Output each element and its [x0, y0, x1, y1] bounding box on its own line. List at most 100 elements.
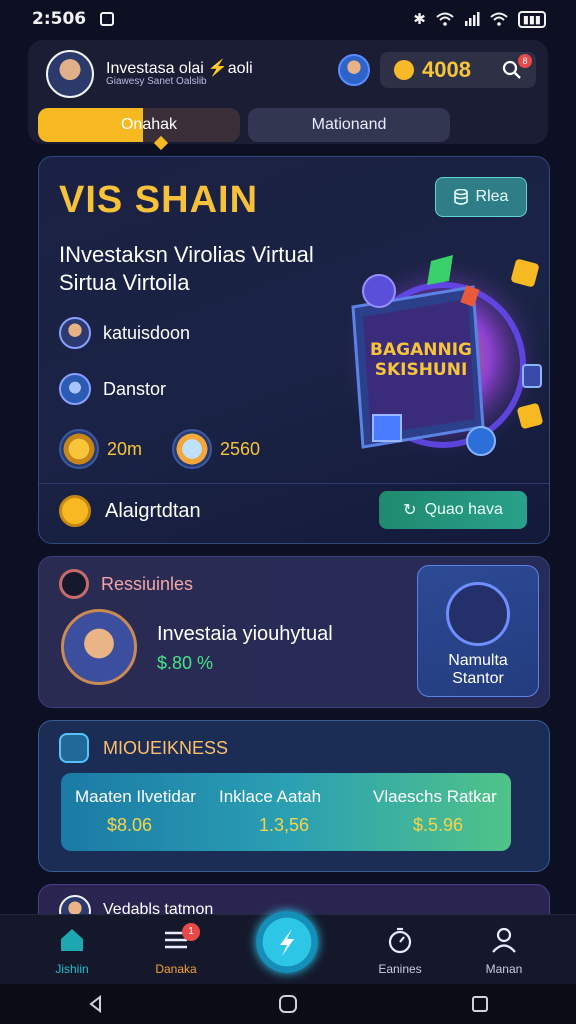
- nav-list-label: Danaka: [155, 962, 197, 976]
- user-avatar: [59, 317, 91, 349]
- coin-balance[interactable]: 4008 8: [380, 52, 536, 88]
- stat-cash: 2560: [172, 429, 260, 469]
- hero-footer-label: Alaigrtdtan: [105, 499, 201, 522]
- refresh-icon: ↻: [403, 502, 417, 519]
- metric-2-label: Inklace Aatah: [219, 787, 322, 806]
- hero-description-line1: INvestaksn Virolias Virtual: [59, 242, 314, 267]
- profile-name: Investasa olai ⚡aoli: [106, 58, 253, 78]
- home-button[interactable]: [268, 989, 308, 1019]
- user-icon: [492, 927, 516, 953]
- coin-stack-icon: [59, 429, 99, 469]
- notification-badge: 8: [518, 54, 532, 68]
- metric-3-value: $.5.96: [413, 815, 464, 835]
- microphone-icon: [59, 373, 91, 405]
- hero-row-1-label: katuisdoon: [103, 322, 191, 343]
- metrics-bar: Maaten Ilvetidar Inklace Aatah Vlaeschs …: [61, 773, 511, 851]
- hero-art-text-2: SKISHUNI: [375, 360, 468, 380]
- hero-illustration: BAGANNIG SKISHUNI: [338, 252, 543, 462]
- signal-icon: [464, 12, 480, 26]
- profile-subtitle: Giawesy Sanet Oalslib: [106, 76, 207, 87]
- investor-avatar: [61, 609, 137, 685]
- results-side-button[interactable]: Namulta Stantor: [417, 565, 539, 697]
- results-heading: Ressiuinles: [101, 573, 194, 594]
- profile-tag: aoli: [227, 60, 253, 77]
- shield-badge-icon: [59, 495, 91, 527]
- lightning-icon: [280, 929, 294, 956]
- hero-row-2-label: Danstor: [103, 378, 167, 399]
- hero-filter-button[interactable]: Rlea: [435, 177, 527, 217]
- home-icon: [61, 929, 83, 951]
- bolt-icon: ⚡: [207, 60, 228, 77]
- stat-coins-value: 20m: [107, 438, 143, 459]
- wifi-icon-2: [490, 12, 508, 26]
- hero-row-2[interactable]: Danstor: [59, 373, 166, 405]
- results-value: $.80 %: [157, 653, 214, 673]
- nav-list[interactable]: 1 Danaka: [136, 923, 216, 976]
- hero-stats: 20m 2560: [59, 429, 260, 469]
- hero-card: VIS SHAIN Rlea INvestaksn Virolias Virtu…: [38, 156, 550, 544]
- battery-icon: ▮▮▮: [517, 10, 546, 28]
- metric-1-value: $8.06: [107, 815, 153, 835]
- tab-mationand[interactable]: Mationand: [248, 108, 450, 142]
- database-icon: [453, 189, 468, 205]
- tab-mationand-label: Mationand: [311, 116, 387, 133]
- hero-cta-button[interactable]: ↻ Quao hava: [379, 491, 527, 529]
- tab-indicator: [153, 135, 169, 151]
- chat-icon: [59, 733, 89, 763]
- nav-home-label: Jishiin: [55, 962, 89, 976]
- status-bar: 2:506 ✱ ▮▮▮: [0, 0, 576, 38]
- bluetooth-icon: ✱: [413, 10, 426, 28]
- nav-list-badge: 1: [182, 923, 200, 941]
- home-circle-icon: [279, 995, 297, 1013]
- nav-timer[interactable]: Eanines: [360, 925, 440, 976]
- hero-row-1[interactable]: katuisdoon: [59, 317, 190, 349]
- tab-onahak-label: Onahak: [120, 116, 178, 133]
- metrics-heading: MIOUEIKNESS: [103, 737, 229, 758]
- screenshot-icon: [100, 12, 115, 26]
- metrics-card[interactable]: MIOUEIKNESS Maaten Ilvetidar Inklace Aat…: [38, 720, 550, 872]
- metric-3-label: Vlaeschs Ratkar: [373, 787, 497, 806]
- results-title: Investaia yiouhytual: [157, 623, 333, 645]
- results-card[interactable]: Ressiuinles Investaia yiouhytual $.80 % …: [38, 556, 550, 708]
- wifi-icon: [436, 12, 454, 26]
- back-button[interactable]: [76, 989, 116, 1019]
- recents-icon: [472, 996, 488, 1012]
- nav-profile-label: Manan: [485, 962, 523, 976]
- profile-name-text: Investasa olai: [106, 60, 204, 77]
- tab-bar: Onahak Mationand: [38, 108, 450, 151]
- gear-shield-icon: [446, 582, 510, 646]
- results-icon: [59, 569, 89, 599]
- nav-timer-label: Eanines: [378, 962, 422, 976]
- results-side-label-2: Stantor: [452, 670, 504, 687]
- status-time: 2:506: [32, 9, 87, 29]
- metric-2-value: 1.3,56: [259, 815, 310, 835]
- hero-footer: Alaigrtdtan: [59, 495, 201, 527]
- results-side-label-1: Namulta: [448, 652, 508, 669]
- hero-description: INvestaksn Virolias Virtual Sirtua Virto…: [59, 241, 359, 297]
- profile-avatar[interactable]: [46, 50, 94, 98]
- hero-cta-label: Quao hava: [424, 501, 503, 518]
- bottom-nav: Jishiin 1 Danaka Eanines Manan: [0, 911, 576, 985]
- coin-value: 4008: [422, 57, 471, 82]
- nav-home[interactable]: Jishiin: [32, 925, 112, 976]
- stat-cash-value: 2560: [220, 438, 261, 459]
- metrics-header: MIOUEIKNESS: [59, 733, 228, 763]
- friend-avatar[interactable]: [338, 54, 370, 86]
- nav-profile[interactable]: Manan: [464, 925, 544, 976]
- hero-divider: [39, 483, 549, 484]
- system-navigation-bar: [0, 984, 576, 1024]
- coin-icon: [394, 60, 414, 80]
- results-header: Ressiuinles: [59, 569, 193, 599]
- back-icon: [89, 995, 101, 1013]
- tab-onahak[interactable]: Onahak: [38, 108, 240, 151]
- hero-filter-label: Rlea: [475, 188, 509, 205]
- cash-icon: [172, 429, 213, 469]
- hero-description-line2: Sirtua Virtoila: [59, 270, 190, 295]
- nav-center-action-button[interactable]: [256, 911, 318, 973]
- stopwatch-icon: [388, 927, 412, 954]
- app-header: Investasa olai ⚡aoli Giawesy Sanet Oalsli…: [28, 40, 548, 151]
- stat-coins: 20m: [59, 429, 142, 469]
- hero-art-text-1: BAGANNIG: [370, 340, 472, 360]
- recents-button[interactable]: [460, 989, 500, 1019]
- metric-1-label: Maaten Ilvetidar: [75, 787, 196, 806]
